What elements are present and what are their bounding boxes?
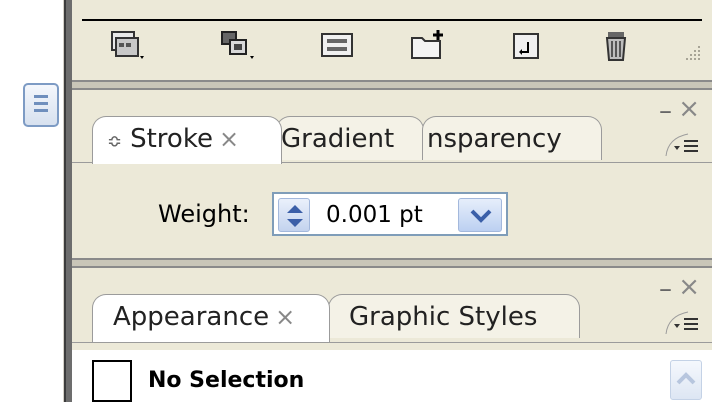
tab-gradient[interactable]: Gradient	[276, 116, 424, 160]
panel-dock: – × ≎ Stroke × Gradient nsparency Weight:	[72, 0, 712, 402]
tab-stroke[interactable]: ≎ Stroke ×	[92, 116, 282, 164]
new-sublayer-icon[interactable]	[508, 28, 548, 64]
minimize-button[interactable]: –	[659, 274, 672, 304]
weight-label: Weight:	[158, 200, 250, 228]
stroke-panel: – × ≎ Stroke × Gradient nsparency Weight:	[72, 90, 712, 258]
tab-bar: ≎ Stroke × Gradient nsparency	[92, 116, 632, 166]
new-layer-icon[interactable]	[408, 28, 448, 64]
tab-label: Gradient	[281, 124, 395, 154]
close-tab-icon[interactable]: ×	[275, 303, 295, 331]
layers-toolbar	[72, 0, 712, 80]
close-tab-icon[interactable]: ×	[219, 125, 239, 153]
close-panel-button[interactable]: ×	[678, 94, 700, 124]
panel-separator[interactable]	[72, 80, 712, 90]
close-panel-button[interactable]: ×	[678, 272, 700, 302]
expand-panels-icon[interactable]	[23, 83, 59, 127]
tab-label: Stroke	[130, 124, 213, 154]
minimize-button[interactable]: –	[659, 96, 672, 126]
tab-label: Graphic Styles	[349, 302, 538, 332]
delete-icon[interactable]	[598, 28, 638, 64]
tab-appearance[interactable]: Appearance ×	[92, 294, 330, 342]
appearance-list: No Selection	[72, 350, 712, 402]
left-dock-strip	[0, 0, 64, 402]
appearance-panel: – × Appearance × Graphic Styles	[72, 268, 712, 350]
selection-swatch	[92, 360, 132, 402]
tab-graphic-styles[interactable]: Graphic Styles	[328, 294, 580, 338]
divider	[72, 342, 712, 343]
panel-menu-icon[interactable]	[664, 132, 704, 158]
weight-value[interactable]: 0.001 pt	[326, 202, 423, 228]
weight-input[interactable]: 0.001 pt	[272, 192, 508, 236]
chevron-down-icon[interactable]	[458, 198, 502, 232]
swatch-libraries-icon[interactable]	[108, 28, 148, 64]
dock-edge-handle[interactable]	[64, 0, 72, 402]
panel-menu-icon[interactable]	[664, 310, 704, 336]
symbol-icon[interactable]	[218, 28, 258, 64]
tab-transparency[interactable]: nsparency	[422, 116, 602, 160]
tab-bar: Appearance × Graphic Styles	[92, 294, 632, 344]
updown-arrows-icon: ≎	[107, 131, 123, 152]
scroll-up-icon[interactable]	[670, 360, 702, 400]
resize-grip-icon[interactable]	[680, 40, 702, 62]
selection-status: No Selection	[148, 368, 305, 393]
options-icon[interactable]	[318, 28, 358, 64]
tab-label: nsparency	[427, 124, 562, 154]
tab-label: Appearance	[113, 302, 270, 332]
divider	[82, 19, 702, 21]
weight-stepper-icon[interactable]	[278, 198, 310, 232]
panel-separator[interactable]	[72, 258, 712, 268]
